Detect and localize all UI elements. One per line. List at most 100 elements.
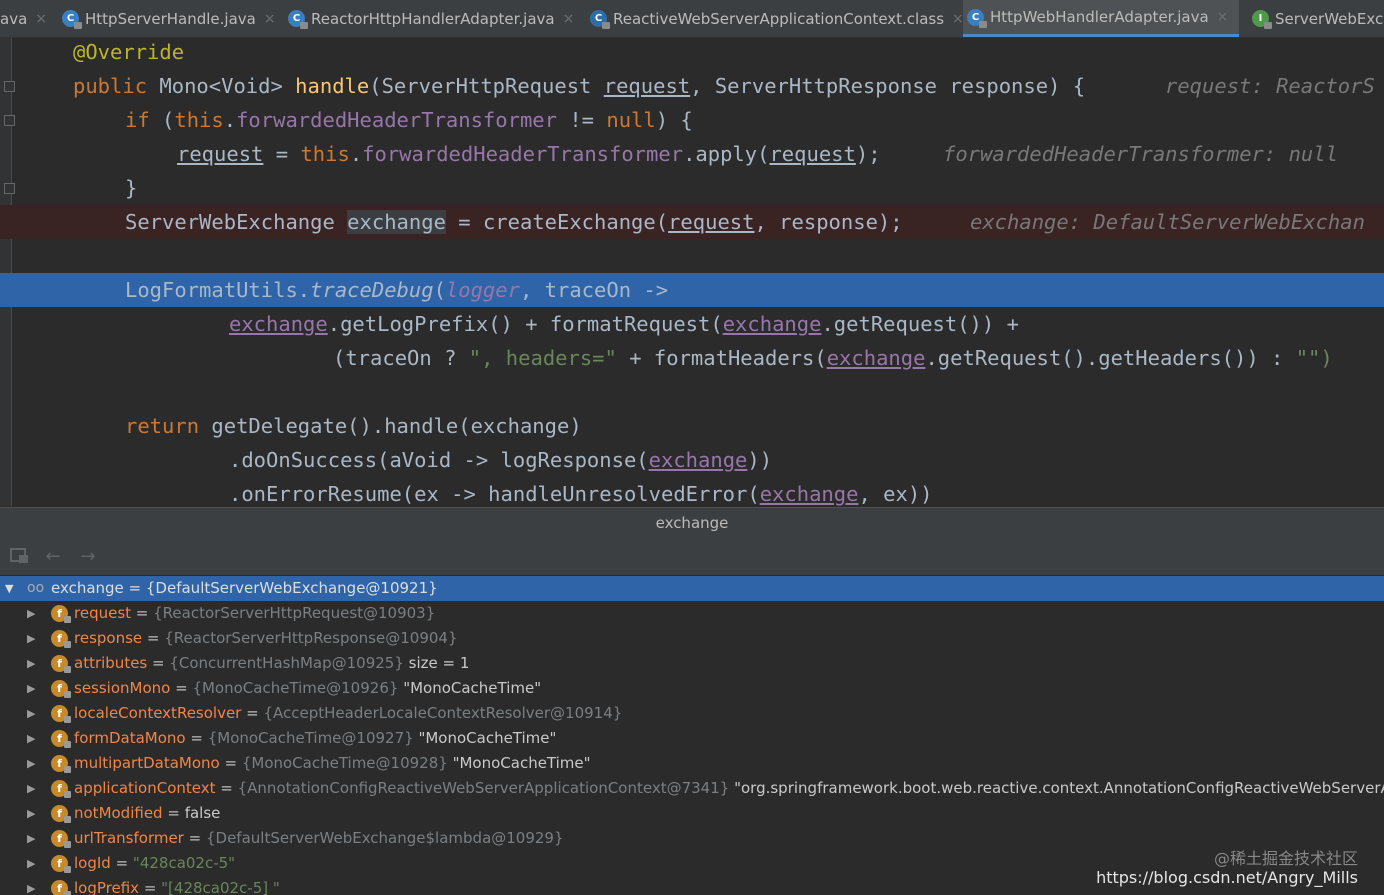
equals-sign: =	[110, 854, 133, 872]
expand-right-icon[interactable]: ▶	[27, 876, 35, 895]
return-statement: return getDelegate().handle(exchange)	[125, 409, 582, 443]
expand-right-icon[interactable]: ▶	[27, 826, 35, 851]
code-line-6: ServerWebExchange exchange = createExcha…	[0, 205, 1384, 239]
string-literal: "")	[1295, 346, 1333, 370]
expand-right-icon[interactable]: ▶	[27, 626, 35, 651]
expand-right-icon[interactable]: ▶	[27, 676, 35, 701]
var-request: request	[177, 142, 264, 166]
close-icon[interactable]: ×	[1217, 9, 1229, 25]
code-editor[interactable]: @Override public Mono<Void> handle(Serve…	[0, 38, 1384, 506]
tree-row-field[interactable]: ▶ f response = {ReactorServerHttpResponse@…	[0, 626, 1384, 651]
field-text: multipartDataMono = {MonoCacheTime@10928…	[74, 751, 591, 776]
close-icon[interactable]: ×	[35, 11, 47, 27]
close-icon[interactable]: ×	[264, 11, 276, 27]
equals-sign: =	[241, 704, 264, 722]
code-text: (	[433, 278, 446, 302]
field-icon: f	[51, 830, 71, 848]
tree-row-field[interactable]: ▶ f request = {ReactorServerHttpRequest@10…	[0, 601, 1384, 626]
exchange-declaration: ServerWebExchange exchange = createExcha…	[125, 205, 903, 239]
tree-row-field[interactable]: ▶ f multipartDataMono = {MonoCacheTime@109…	[0, 751, 1384, 776]
code-line-11: .doOnSuccess(aVoid -> logResponse(exchan…	[0, 443, 1384, 477]
tree-row-field[interactable]: ▶ f localeContextResolver = {AcceptHeaderL…	[0, 701, 1384, 726]
field-icon: f	[51, 780, 71, 798]
expand-right-icon[interactable]: ▶	[27, 726, 35, 751]
code-text: =	[263, 142, 301, 166]
field-type: {ReactorServerHttpRequest@10903}	[153, 604, 436, 622]
forward-arrow-icon[interactable]: →	[77, 546, 99, 568]
field-value: "MonoCacheTime"	[418, 729, 557, 747]
field-name: attributes	[74, 654, 148, 672]
tree-row-field[interactable]: ▶ f applicationContext = {AnnotationConfig…	[0, 776, 1384, 801]
field-value: false	[184, 804, 221, 822]
java-class-icon: C	[288, 10, 308, 29]
root-name: exchange	[51, 579, 124, 597]
field-icon: f	[51, 705, 71, 723]
code-text: !=	[557, 108, 607, 132]
tree-row-field[interactable]: ▶ f sessionMono = {MonoCacheTime@10926} "M…	[0, 676, 1384, 701]
tree-row-field[interactable]: ▶ f attributes = {ConcurrentHashMap@10925}…	[0, 651, 1384, 676]
field-text: urlTransformer = {DefaultServerWebExchan…	[74, 826, 564, 851]
field-value: "[428ca02c-5] "	[161, 879, 280, 895]
field-icon: f	[51, 755, 71, 773]
var-exchange: exchange	[826, 346, 926, 370]
on-success-call: .doOnSuccess(aVoid -> logResponse(exchan…	[229, 443, 772, 477]
field-text: applicationContext = {AnnotationConfigRe…	[74, 776, 1384, 801]
expand-right-icon[interactable]: ▶	[27, 601, 35, 626]
add-to-watches-icon[interactable]	[9, 546, 31, 568]
field-name: logPrefix	[74, 879, 140, 895]
code-text: , ServerHttpResponse response) {	[690, 74, 1086, 98]
on-error-call: .onErrorResume(ex -> handleUnresolvedErr…	[229, 477, 933, 506]
tab-httpwebhandleradapter[interactable]: C HttpWebHandlerAdapter.java ×	[963, 0, 1239, 37]
field-text: response = {ReactorServerHttpResponse@10…	[74, 626, 458, 651]
code-text: );	[855, 142, 881, 166]
field-name: multipartDataMono	[74, 754, 220, 772]
equals-sign: =	[147, 654, 170, 672]
param-request: request	[603, 74, 691, 98]
tab-reactorhttphandleradapter[interactable]: C ReactorHttpHandlerAdapter.java ×	[284, 0, 574, 37]
quick-evaluate-title: exchange	[0, 507, 1384, 539]
tab-label: HttpWebHandlerAdapter.java	[990, 8, 1209, 26]
field-icon: f	[51, 655, 71, 673]
code-text: = createExchange(	[445, 210, 669, 234]
tab-httpserverhandle[interactable]: C HttpServerHandle.java ×	[58, 0, 276, 37]
expand-right-icon[interactable]: ▶	[27, 801, 35, 826]
tab-serverwebexchange[interactable]: I ServerWebExch	[1248, 0, 1384, 37]
tree-row-field[interactable]: ▶ f notModified = false	[0, 801, 1384, 826]
code-text: .	[349, 142, 363, 166]
inline-debug-hint: exchange: DefaultServerWebExchan	[970, 210, 1365, 234]
code-text: .getRequest()) +	[821, 312, 1019, 336]
field-text: sessionMono = {MonoCacheTime@10926} "Mon…	[74, 676, 541, 701]
root-value: {DefaultServerWebExchange@10921}	[145, 579, 438, 597]
class-file-icon: C	[590, 10, 610, 29]
field-name: urlTransformer	[74, 829, 184, 847]
back-arrow-icon[interactable]: ←	[42, 546, 64, 568]
expand-right-icon[interactable]: ▶	[27, 701, 35, 726]
field-type: {MonoCacheTime@10928}	[241, 754, 448, 772]
expand-right-icon[interactable]: ▶	[27, 751, 35, 776]
expand-down-icon[interactable]: ▼	[5, 576, 13, 601]
tree-row-field[interactable]: ▶ f formDataMono = {MonoCacheTime@10927} "…	[0, 726, 1384, 751]
var-request: request	[769, 142, 856, 166]
code-text: .	[223, 108, 237, 132]
tree-row-field[interactable]: ▶ f urlTransformer = {DefaultServerWebExch…	[0, 826, 1384, 851]
code-text: , traceOn ->	[519, 278, 669, 302]
field-icon: f	[51, 680, 71, 698]
field-type: {DefaultServerWebExchange$lambda@10929}	[205, 829, 564, 847]
field-ref: forwardedHeaderTransformer	[362, 142, 684, 166]
field-type: {MonoCacheTime@10926}	[192, 679, 399, 697]
close-icon[interactable]: ×	[563, 11, 575, 27]
field-ref: forwardedHeaderTransformer	[236, 108, 557, 132]
equals-sign: =	[139, 879, 162, 895]
code-line-4: request = this.forwardedHeaderTransforme…	[0, 137, 1384, 171]
tab-partial-java[interactable]: ava ×	[0, 0, 48, 37]
panel-title-text: exchange	[655, 514, 729, 532]
expand-right-icon[interactable]: ▶	[27, 851, 35, 876]
field-name: sessionMono	[74, 679, 171, 697]
code-text: (traceOn ?	[333, 346, 469, 370]
tree-row-root[interactable]: ▼ oo exchange = {DefaultServerWebExchang…	[0, 576, 1384, 601]
tab-reactivewebserverapplicationcontext[interactable]: C ReactiveWebServerApplicationContext.cl…	[586, 0, 964, 37]
expand-right-icon[interactable]: ▶	[27, 776, 35, 801]
code-line-10: return getDelegate().handle(exchange)	[0, 409, 1384, 443]
expand-right-icon[interactable]: ▶	[27, 651, 35, 676]
variables-tree[interactable]: ▼ oo exchange = {DefaultServerWebExchang…	[0, 575, 1384, 895]
